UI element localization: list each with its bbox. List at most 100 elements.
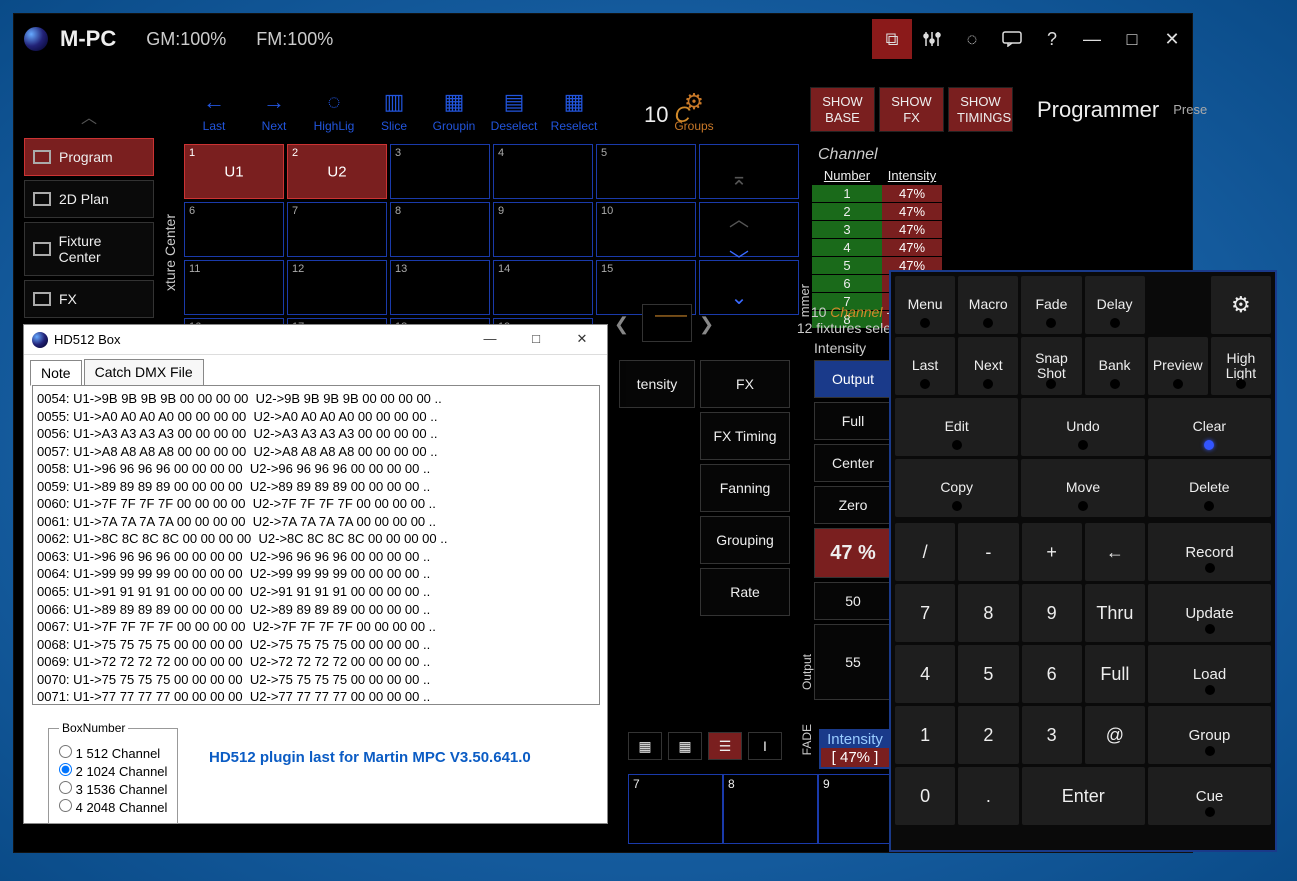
radio-input[interactable] [59,799,72,812]
fx-button[interactable]: FX [700,360,790,408]
keypad-edit-button[interactable]: Edit [895,398,1018,456]
group-cell[interactable]: 11 [184,260,284,315]
show-timings-button[interactable]: SHOWTIMINGS [948,87,1013,132]
channel-row[interactable]: 247% [812,203,1182,221]
channel-row[interactable]: 347% [812,221,1182,239]
keypad-menu-button[interactable]: Menu [895,276,955,334]
maximize-icon[interactable]: □ [1112,19,1152,59]
group-cell[interactable]: 4 [493,144,593,199]
minimize-icon[interactable]: — [1072,19,1112,59]
sidebar-item-2d-plan[interactable]: 2D Plan [24,180,154,218]
dialog-titlebar[interactable]: HD512 Box — □ ✕ [24,325,607,355]
keypad-delete-button[interactable]: Delete [1148,459,1271,517]
keypad-3-key[interactable]: 3 [1022,706,1082,764]
intensity-badge[interactable]: Intensity [ 47% ] [819,729,891,769]
keypad-5-key[interactable]: 5 [958,645,1018,703]
preset-tab[interactable]: Prese [1167,96,1213,123]
output-50[interactable]: 50 [814,582,892,620]
toolbar-last[interactable]: ←Last [184,89,244,133]
dialog-maximize-icon[interactable]: □ [513,325,559,353]
radio-input[interactable] [59,745,72,758]
intensity-button[interactable]: tensity [619,360,695,408]
toolbar-highlig[interactable]: ◌HighLig [304,89,364,133]
keypad-0-key[interactable]: 0 [895,767,955,825]
group-cell[interactable]: 7 [287,202,387,257]
boxnum-option[interactable]: 1 512 Channel [59,745,167,761]
keypad-thru-key[interactable]: Thru [1085,584,1145,642]
keypad-4-key[interactable]: 4 [895,645,955,703]
output-header[interactable]: Output [814,360,892,398]
group-cell[interactable]: 2U2 [287,144,387,199]
boxnum-option[interactable]: 4 2048 Channel [59,799,167,815]
toolbar-slice[interactable]: ▥Slice [364,89,424,133]
preset-cell[interactable]: 8 [723,774,818,844]
keypad-1-key[interactable]: 1 [895,706,955,764]
chat-icon[interactable] [992,19,1032,59]
tab-catch-dmx[interactable]: Catch DMX File [84,359,204,385]
keypad-enter-key[interactable]: Enter [1022,767,1146,825]
keypad-2-key[interactable]: 2 [958,706,1018,764]
dmx-log-textarea[interactable]: 0054: U1->9B 9B 9B 9B 00 00 00 00 U2->9B… [32,385,600,705]
dialog-close-icon[interactable]: ✕ [559,325,605,353]
keypad-last-button[interactable]: Last [895,337,955,395]
keypad-group-button[interactable]: Group [1148,706,1271,764]
group-cell[interactable]: 5 [596,144,696,199]
keypad--key[interactable]: / [895,523,955,581]
fanning-button[interactable]: Fanning [700,464,790,512]
output-value[interactable]: 47 % [814,528,892,578]
group-cell[interactable]: 9 [493,202,593,257]
help-icon[interactable]: ? [1032,19,1072,59]
show-base-button[interactable]: SHOWBASE [810,87,875,132]
keypad-full-key[interactable]: Full [1085,645,1145,703]
show-fx-button[interactable]: SHOWFX [879,87,944,132]
group-cell[interactable]: 1U1 [184,144,284,199]
i-button[interactable]: I [748,732,782,760]
output-center[interactable]: Center [814,444,892,482]
channel-row[interactable]: 447% [812,239,1182,257]
group-cell[interactable]: 12 [287,260,387,315]
keypad-clear-button[interactable]: Clear [1148,398,1271,456]
keypad-macro-button[interactable]: Macro [958,276,1018,334]
keypad-snap-shot-button[interactable]: SnapShot [1021,337,1081,395]
group-cell[interactable]: 6 [184,202,284,257]
fx-timing-button[interactable]: FX Timing [700,412,790,460]
toolbar-next[interactable]: →Next [244,89,304,133]
boxnum-option[interactable]: 3 1536 Channel [59,781,167,797]
keypad-9-key[interactable]: 9 [1022,584,1082,642]
sidebar-item-fixture-center[interactable]: Fixture Center [24,222,154,276]
keypad-cue-button[interactable]: Cue [1148,767,1271,825]
output-zero[interactable]: Zero [814,486,892,524]
grid2-icon[interactable]: ▦ [668,732,702,760]
chevron-up-icon[interactable]: ︿ [24,94,154,138]
boxnum-option[interactable]: 2 1024 Channel [59,763,167,779]
sidebar-item-program[interactable]: Program [24,138,154,176]
keypad-7-key[interactable]: 7 [895,584,955,642]
keypad-record-button[interactable]: Record [1148,523,1271,581]
keypad-high-light-button[interactable]: HighLight [1211,337,1271,395]
channel-row[interactable]: 147% [812,185,1182,203]
keypad-move-button[interactable]: Move [1021,459,1144,517]
list-icon[interactable]: ☰ [708,732,742,760]
grouping-button[interactable]: Grouping [700,516,790,564]
keypad-8-key[interactable]: 8 [958,584,1018,642]
keypad--key[interactable]: . [958,767,1018,825]
nav-top-icon[interactable]: ⌅ [724,166,754,191]
sidebar-item-fx[interactable]: FX [24,280,154,318]
group-cell[interactable]: 10 [596,202,696,257]
close-icon[interactable]: ✕ [1152,19,1192,59]
keypad-undo-button[interactable]: Undo [1021,398,1144,456]
group-cell[interactable]: 13 [390,260,490,315]
keypad--key[interactable]: @ [1085,706,1145,764]
nav-down-icon[interactable]: ﹀ [724,244,754,273]
keypad-fade-button[interactable]: Fade [1021,276,1081,334]
keypad--key[interactable]: + [1022,523,1082,581]
keypad--key[interactable]: - [958,523,1018,581]
nav-up-icon[interactable]: ︿ [724,203,754,232]
radio-input[interactable] [59,781,72,794]
keypad-copy-button[interactable]: Copy [895,459,1018,517]
output-full[interactable]: Full [814,402,892,440]
output-55[interactable]: 55 [814,624,892,700]
keypad-update-button[interactable]: Update [1148,584,1271,642]
toolbar-groupin[interactable]: ▦Groupin [424,89,484,133]
radio-input[interactable] [59,763,72,776]
